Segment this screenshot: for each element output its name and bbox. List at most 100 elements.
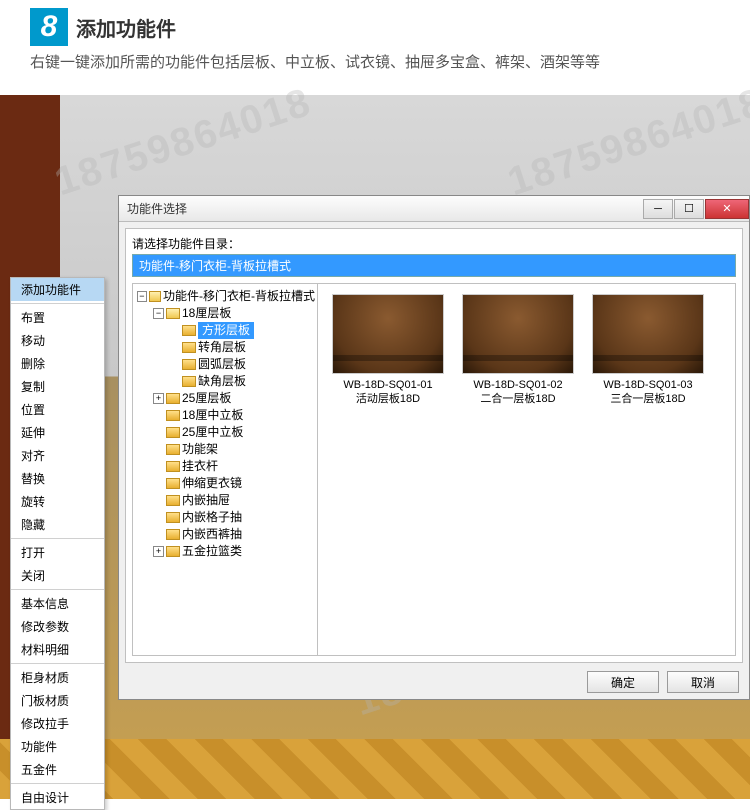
tree-item[interactable]: + 五金拉篮类 bbox=[153, 543, 315, 560]
tree-item-label: 伸缩更衣镜 bbox=[182, 475, 242, 492]
cancel-button[interactable]: 取消 bbox=[667, 671, 739, 693]
context-menu-item[interactable]: 延伸 bbox=[11, 421, 104, 444]
path-bar[interactable]: 功能件-移门衣柜-背板拉槽式 bbox=[132, 254, 736, 277]
context-menu-item[interactable]: 功能件 bbox=[11, 735, 104, 758]
tree-item[interactable]: 方形层板 bbox=[169, 322, 315, 339]
expand-icon[interactable]: + bbox=[153, 546, 164, 557]
thumbnail-code: WB-18D-SQ01-03 bbox=[588, 378, 708, 392]
tree-pane[interactable]: −功能件-移门衣柜-背板拉槽式−18厘层板方形层板转角层板圆弧层板缺角层板+25… bbox=[133, 284, 318, 655]
context-menu-item[interactable]: 柜身材质 bbox=[11, 666, 104, 689]
tree-item-label: 18厘层板 bbox=[182, 305, 231, 322]
step-description: 右键一键添加所需的功能件包括层板、中立板、试衣镜、抽屉多宝盒、裤架、酒架等等 bbox=[30, 52, 720, 75]
tree-item[interactable]: 挂衣杆 bbox=[153, 458, 315, 475]
context-menu-item[interactable]: 材料明细 bbox=[11, 638, 104, 661]
folder-icon bbox=[166, 308, 180, 319]
context-menu-item[interactable]: 旋转 bbox=[11, 490, 104, 513]
folder-icon bbox=[182, 325, 196, 336]
context-menu-item[interactable]: 移动 bbox=[11, 329, 104, 352]
folder-icon bbox=[182, 342, 196, 353]
thumbnail-item[interactable]: WB-18D-SQ01-03三合一层板18D bbox=[588, 294, 708, 407]
thumbnail-item[interactable]: WB-18D-SQ01-01活动层板18D bbox=[328, 294, 448, 407]
tree-item-label: 25厘层板 bbox=[182, 390, 231, 407]
context-menu-item[interactable]: 五金件 bbox=[11, 758, 104, 781]
context-menu-separator bbox=[11, 783, 104, 784]
folder-icon bbox=[166, 461, 180, 472]
thumbnail-image bbox=[332, 294, 444, 374]
folder-icon bbox=[166, 427, 180, 438]
folder-icon bbox=[182, 359, 196, 370]
tree-item[interactable]: 内嵌抽屉 bbox=[153, 492, 315, 509]
tree-item[interactable]: 内嵌西裤抽 bbox=[153, 526, 315, 543]
maximize-button[interactable]: ☐ bbox=[674, 199, 704, 219]
tree-item[interactable]: +25厘层板 bbox=[153, 390, 315, 407]
context-menu-item[interactable]: 门板材质 bbox=[11, 689, 104, 712]
folder-icon bbox=[166, 512, 180, 523]
tree-item[interactable]: 25厘中立板 bbox=[153, 424, 315, 441]
folder-icon bbox=[166, 546, 180, 557]
context-menu-item[interactable]: 修改拉手 bbox=[11, 712, 104, 735]
tree-item[interactable]: 圆弧层板 bbox=[169, 356, 315, 373]
context-menu: 添加功能件布置移动删除复制位置延伸对齐替换旋转隐藏打开关闭基本信息修改参数材料明… bbox=[10, 277, 105, 810]
context-menu-item[interactable]: 替换 bbox=[11, 467, 104, 490]
context-menu-item[interactable]: 复制 bbox=[11, 375, 104, 398]
thumbnail-name: 活动层板18D bbox=[328, 392, 448, 406]
thumbnail-image bbox=[462, 294, 574, 374]
thumbnail-name: 二合一层板18D bbox=[458, 392, 578, 406]
minimize-button[interactable]: ─ bbox=[643, 199, 673, 219]
tree-item[interactable]: − 功能件-移门衣柜-背板拉槽式 bbox=[137, 288, 315, 305]
folder-icon bbox=[166, 444, 180, 455]
collapse-icon[interactable]: − bbox=[137, 291, 147, 302]
context-menu-item[interactable]: 添加功能件 bbox=[11, 278, 104, 301]
tree-item-label: 内嵌抽屉 bbox=[182, 492, 230, 509]
dialog-title: 功能件选择 bbox=[119, 200, 643, 217]
thumbnail-code: WB-18D-SQ01-02 bbox=[458, 378, 578, 392]
component-picker-dialog: 功能件选择 ─ ☐ ✕ 请选择功能件目录： 功能件-移门衣柜-背板拉槽式 − 功能… bbox=[118, 195, 750, 700]
tree-item[interactable]: − 18厘层板 bbox=[153, 305, 315, 322]
context-menu-item[interactable]: 关闭 bbox=[11, 564, 104, 587]
thumbnail-image bbox=[592, 294, 704, 374]
tree-item[interactable]: 缺角层板 bbox=[169, 373, 315, 390]
tree-item-label: 功能架 bbox=[182, 441, 218, 458]
tree-item-label: 25厘中立板 bbox=[182, 424, 243, 441]
tree-item[interactable]: 内嵌格子抽 bbox=[153, 509, 315, 526]
tree-item[interactable]: 功能架 bbox=[153, 441, 315, 458]
tree-item-label: 圆弧层板 bbox=[198, 356, 246, 373]
tree-item-label: 功能件-移门衣柜-背板拉槽式 bbox=[163, 288, 315, 305]
tree-item[interactable]: 伸缩更衣镜 bbox=[153, 475, 315, 492]
tree-item-label: 挂衣杆 bbox=[182, 458, 218, 475]
close-button[interactable]: ✕ bbox=[705, 199, 749, 219]
folder-icon bbox=[182, 376, 196, 387]
tree-item-label: 缺角层板 bbox=[198, 373, 246, 390]
context-menu-item[interactable]: 打开 bbox=[11, 541, 104, 564]
tree-item-label: 内嵌格子抽 bbox=[182, 509, 242, 526]
dialog-titlebar[interactable]: 功能件选择 ─ ☐ ✕ bbox=[119, 196, 749, 222]
ok-button[interactable]: 确定 bbox=[587, 671, 659, 693]
context-menu-separator bbox=[11, 589, 104, 590]
folder-icon bbox=[166, 529, 180, 540]
thumbnail-name: 三合一层板18D bbox=[588, 392, 708, 406]
tree-item-label: 内嵌西裤抽 bbox=[182, 526, 242, 543]
context-menu-item[interactable]: 删除 bbox=[11, 352, 104, 375]
context-menu-item[interactable]: 位置 bbox=[11, 398, 104, 421]
folder-icon bbox=[166, 478, 180, 489]
context-menu-separator bbox=[11, 538, 104, 539]
context-menu-item[interactable]: 基本信息 bbox=[11, 592, 104, 615]
context-menu-item[interactable]: 修改参数 bbox=[11, 615, 104, 638]
thumbnail-item[interactable]: WB-18D-SQ01-02二合一层板18D bbox=[458, 294, 578, 407]
context-menu-separator bbox=[11, 663, 104, 664]
thumbnail-pane[interactable]: WB-18D-SQ01-01活动层板18DWB-18D-SQ01-02二合一层板… bbox=[318, 284, 735, 655]
folder-icon bbox=[149, 291, 161, 302]
expand-icon[interactable]: + bbox=[153, 393, 164, 404]
prompt-label: 请选择功能件目录： bbox=[132, 235, 736, 252]
context-menu-item[interactable]: 布置 bbox=[11, 306, 104, 329]
tree-item[interactable]: 18厘中立板 bbox=[153, 407, 315, 424]
folder-icon bbox=[166, 410, 180, 421]
collapse-icon[interactable]: − bbox=[153, 308, 164, 319]
tree-item-label: 五金拉篮类 bbox=[182, 543, 242, 560]
context-menu-item[interactable]: 隐藏 bbox=[11, 513, 104, 536]
tree-item[interactable]: 转角层板 bbox=[169, 339, 315, 356]
context-menu-item[interactable]: 自由设计 bbox=[11, 786, 104, 809]
context-menu-item[interactable]: 对齐 bbox=[11, 444, 104, 467]
instruction-header: 8 添加功能件 右键一键添加所需的功能件包括层板、中立板、试衣镜、抽屉多宝盒、裤… bbox=[0, 0, 750, 85]
tree-item-label: 18厘中立板 bbox=[182, 407, 243, 424]
